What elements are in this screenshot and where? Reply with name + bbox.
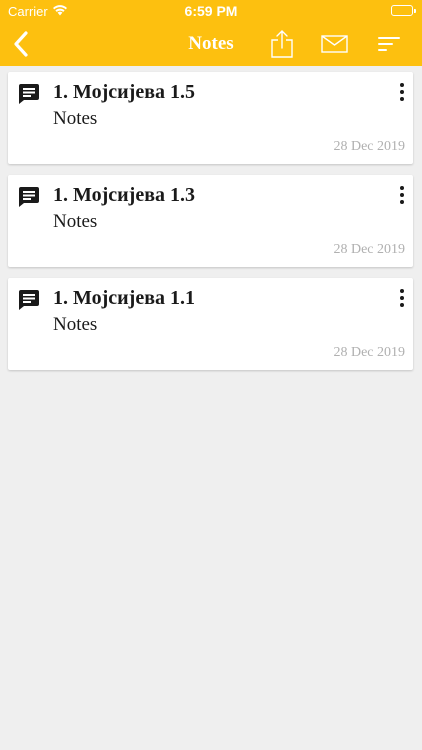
status-bar: Carrier 6:59 PM <box>0 0 422 22</box>
top-bar: Carrier 6:59 PM Notes <box>0 0 422 66</box>
sort-icon <box>378 37 400 51</box>
page-title: Notes <box>188 33 234 54</box>
battery-icon <box>391 5 416 16</box>
note-title: 1. Мојсијева 1.5 <box>53 81 196 103</box>
navigation-bar: Notes <box>0 22 422 66</box>
mail-icon <box>320 35 348 53</box>
more-options-icon[interactable] <box>395 81 409 103</box>
comment-icon <box>19 290 39 310</box>
status-time: 6:59 PM <box>184 3 238 19</box>
more-options-icon[interactable] <box>395 287 409 309</box>
share-button[interactable] <box>266 22 298 66</box>
note-card[interactable]: 1. Мојсијева 1.1 Notes 28 Dec 2019 <box>8 278 413 370</box>
note-date: 28 Dec 2019 <box>333 345 405 360</box>
comment-icon <box>19 187 39 207</box>
note-subtitle: Notes <box>53 314 98 335</box>
comment-icon <box>19 84 39 104</box>
battery-tip <box>414 8 416 13</box>
note-subtitle: Notes <box>53 211 98 232</box>
notes-list: 1. Мојсијева 1.5 Notes 28 Dec 2019 1. Мо… <box>8 72 413 381</box>
note-card[interactable]: 1. Мојсијева 1.5 Notes 28 Dec 2019 <box>8 72 413 164</box>
sort-button[interactable] <box>375 22 403 66</box>
more-options-icon[interactable] <box>395 184 409 206</box>
note-title: 1. Мојсијева 1.1 <box>53 287 196 309</box>
share-icon <box>271 30 293 58</box>
note-subtitle: Notes <box>53 108 98 129</box>
note-date: 28 Dec 2019 <box>333 242 405 257</box>
note-date: 28 Dec 2019 <box>333 139 405 154</box>
mail-button[interactable] <box>318 22 350 66</box>
note-card[interactable]: 1. Мојсијева 1.3 Notes 28 Dec 2019 <box>8 175 413 267</box>
note-title: 1. Мојсијева 1.3 <box>53 184 196 206</box>
